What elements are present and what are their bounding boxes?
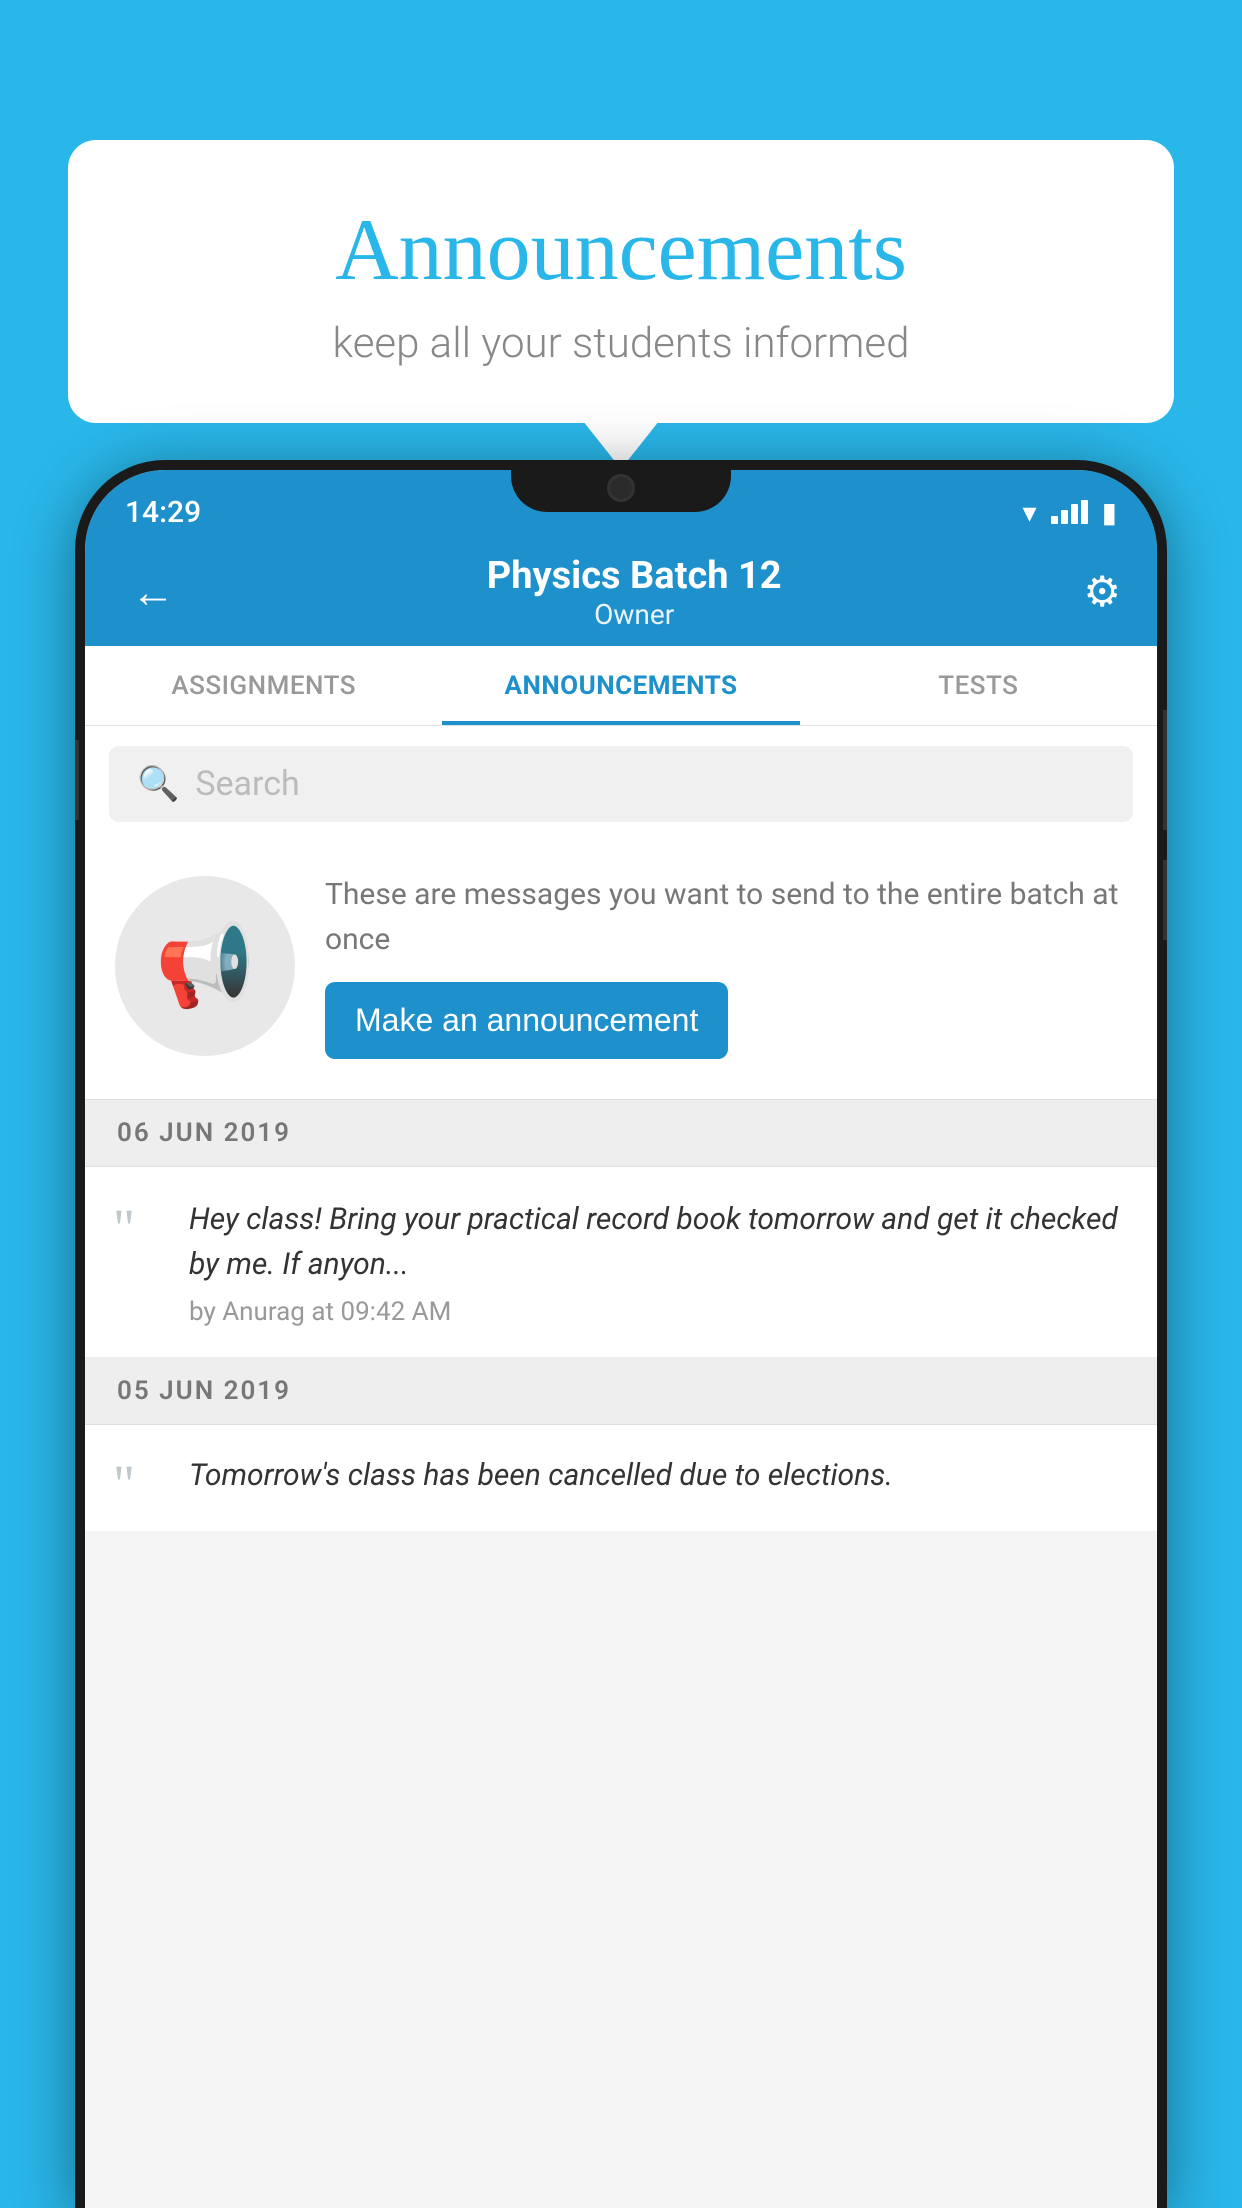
speech-bubble-card: Announcements keep all your students inf… bbox=[68, 140, 1174, 423]
search-input[interactable]: Search bbox=[195, 764, 299, 804]
prompt-description: These are messages you want to send to t… bbox=[325, 872, 1127, 962]
tab-tests[interactable]: TESTS bbox=[800, 646, 1157, 725]
bubble-subtitle: keep all your students informed bbox=[148, 319, 1094, 368]
search-icon: 🔍 bbox=[137, 764, 179, 804]
phone-camera bbox=[607, 474, 635, 502]
settings-button[interactable]: ⚙ bbox=[1083, 567, 1121, 617]
quote-icon-2: " bbox=[113, 1457, 163, 1511]
announcement-meta-1: by Anurag at 09:42 AM bbox=[189, 1297, 1129, 1327]
phone-notch bbox=[511, 460, 731, 512]
quote-icon-1: " bbox=[113, 1201, 163, 1255]
batch-role: Owner bbox=[487, 598, 782, 631]
phone-volume-button bbox=[75, 740, 79, 820]
back-button[interactable]: ← bbox=[121, 556, 185, 628]
announcement-item-1: " Hey class! Bring your practical record… bbox=[85, 1167, 1157, 1358]
announcement-text-1: Hey class! Bring your practical record b… bbox=[189, 1197, 1129, 1287]
prompt-right: These are messages you want to send to t… bbox=[325, 872, 1127, 1059]
phone-power-button bbox=[1163, 710, 1167, 830]
announcement-content-1: Hey class! Bring your practical record b… bbox=[189, 1197, 1129, 1327]
wifi-icon: ▾ bbox=[1023, 496, 1037, 529]
phone-screen: 14:29 ▾ ▮ ← Physics Batch 12 Owner ⚙ bbox=[85, 470, 1157, 2208]
search-container: 🔍 Search bbox=[85, 726, 1157, 842]
signal-bars bbox=[1051, 500, 1088, 524]
announcement-prompt: 📢 These are messages you want to send to… bbox=[85, 842, 1157, 1100]
make-announcement-button[interactable]: Make an announcement bbox=[325, 982, 728, 1059]
phone-bixby-button bbox=[1163, 860, 1167, 940]
speech-bubble-section: Announcements keep all your students inf… bbox=[68, 140, 1174, 423]
tab-announcements[interactable]: ANNOUNCEMENTS bbox=[442, 646, 799, 725]
status-time: 14:29 bbox=[125, 495, 201, 530]
app-header: ← Physics Batch 12 Owner ⚙ bbox=[85, 538, 1157, 646]
megaphone-circle: 📢 bbox=[115, 876, 295, 1056]
date-separator-1: 06 JUN 2019 bbox=[85, 1100, 1157, 1167]
status-icons: ▾ ▮ bbox=[1023, 496, 1117, 529]
battery-icon: ▮ bbox=[1102, 496, 1117, 529]
search-bar[interactable]: 🔍 Search bbox=[109, 746, 1133, 822]
phone-frame: 14:29 ▾ ▮ ← Physics Batch 12 Owner ⚙ bbox=[75, 460, 1167, 2208]
date-separator-2: 05 JUN 2019 bbox=[85, 1358, 1157, 1425]
header-title-section: Physics Batch 12 Owner bbox=[487, 554, 782, 631]
announcement-content-2: Tomorrow's class has been cancelled due … bbox=[189, 1453, 1129, 1508]
announcement-text-2: Tomorrow's class has been cancelled due … bbox=[189, 1453, 1129, 1498]
tab-bar: ASSIGNMENTS ANNOUNCEMENTS TESTS bbox=[85, 646, 1157, 726]
announcement-item-2: " Tomorrow's class has been cancelled du… bbox=[85, 1425, 1157, 1531]
bubble-title: Announcements bbox=[148, 200, 1094, 301]
tab-assignments[interactable]: ASSIGNMENTS bbox=[85, 646, 442, 725]
batch-title: Physics Batch 12 bbox=[487, 554, 782, 598]
megaphone-icon: 📢 bbox=[155, 919, 255, 1013]
